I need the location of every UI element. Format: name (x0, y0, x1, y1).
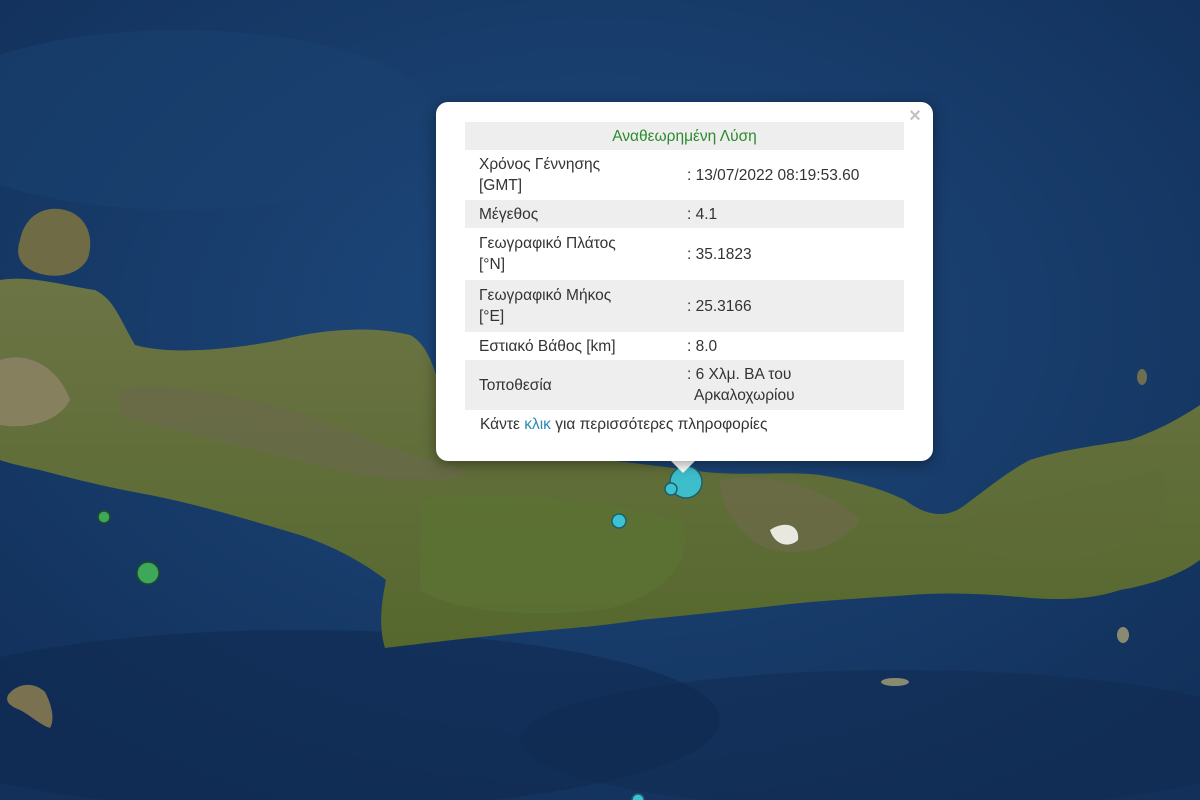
earthquake-marker[interactable] (97, 510, 111, 524)
table-row-latitude: Γεωγραφικό Πλάτος [°N] : 35.1823 (465, 228, 904, 280)
more-info-text: Κάντε κλικ για περισσότερες πληροφορίες (480, 416, 768, 433)
label-origin-time: Χρόνος Γέννησης [GMT] (479, 156, 601, 194)
popup-tip (669, 459, 697, 473)
event-details-table: Αναθεωρημένη Λύση Χρόνος Γέννησης [GMT] :… (465, 122, 904, 410)
popup-title-row: Αναθεωρημένη Λύση (465, 122, 904, 150)
islet (881, 678, 909, 686)
value-magnitude: : 4.1 (677, 200, 904, 228)
table-row-depth: Εστιακό Βάθος [km] : 8.0 (465, 332, 904, 360)
label-longitude: Γεωγραφικό Μήκος [°E] (465, 280, 677, 332)
label-location: Τοποθεσία (465, 360, 677, 410)
earthquake-marker[interactable] (664, 482, 678, 496)
islet (1117, 627, 1129, 643)
earthquake-popup: × Αναθεωρημένη Λύση Χρόνος Γέννησης [GMT]… (436, 102, 933, 461)
close-icon[interactable]: × (905, 106, 925, 126)
value-depth: : 8.0 (687, 337, 718, 355)
earthquake-marker[interactable] (136, 561, 160, 585)
table-row-origin-time: Χρόνος Γέννησης [GMT] : 13/07/2022 08:19:… (465, 150, 904, 200)
table-row-magnitude: Μέγεθος : 4.1 (465, 200, 904, 228)
earthquake-marker[interactable] (631, 793, 645, 800)
table-row-location: Τοποθεσία : 6 Χλμ. ΒΑ του Αρκαλοχωρίου (465, 360, 904, 410)
value-latitude: : 35.1823 (687, 245, 752, 263)
label-depth: Εστιακό Βάθος [km] (479, 337, 616, 355)
popup-title: Αναθεωρημένη Λύση (465, 122, 904, 150)
label-latitude: Γεωγραφικό Πλάτος [°N] (479, 235, 616, 273)
value-longitude: : 25.3166 (677, 280, 904, 332)
value-origin-time: : 13/07/2022 08:19:53.60 (687, 166, 860, 184)
value-location: : 6 Χλμ. ΒΑ του Αρκαλοχωρίου (677, 360, 904, 410)
more-info-link[interactable]: κλικ (524, 416, 551, 433)
label-magnitude: Μέγεθος (465, 200, 677, 228)
islet (1137, 369, 1147, 385)
earthquake-marker[interactable] (611, 513, 627, 529)
table-row-longitude: Γεωγραφικό Μήκος [°E] : 25.3166 (465, 280, 904, 332)
